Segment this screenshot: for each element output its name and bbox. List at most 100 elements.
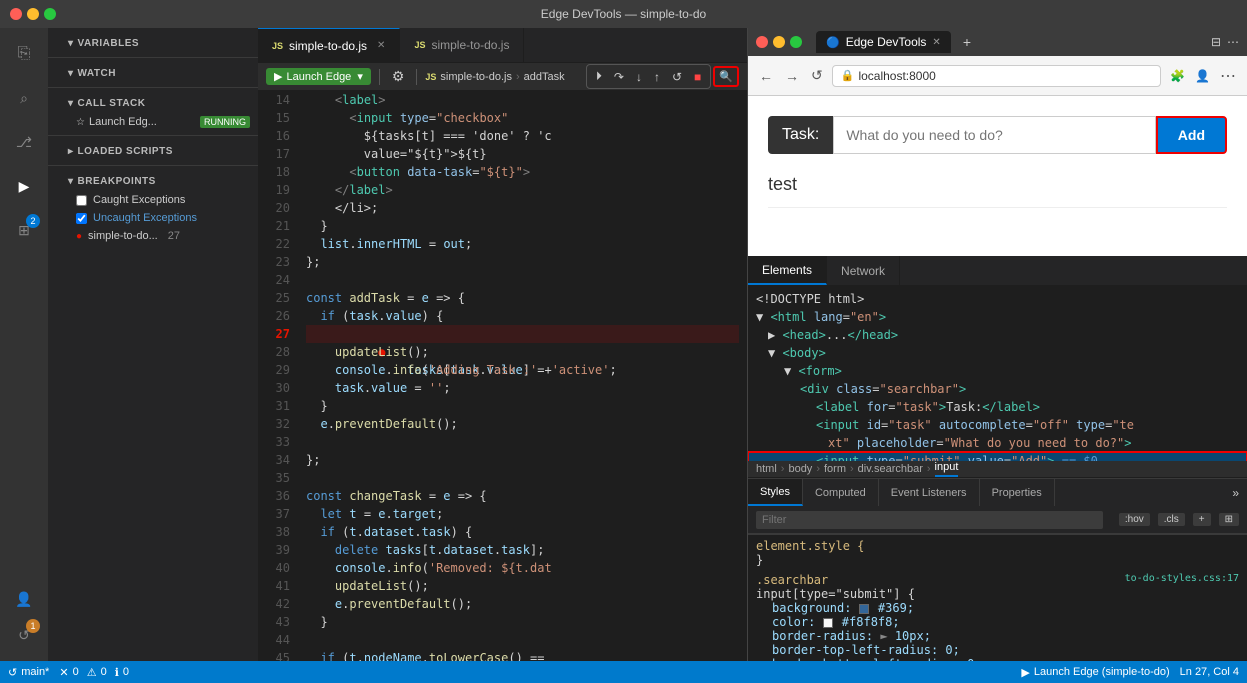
html-line-input-task-cont[interactable]: xt" placeholder="What do you need to do?… [748, 434, 1247, 452]
profile-button[interactable]: 👤 [1192, 63, 1213, 89]
editor-tab-2[interactable]: JS simple-to-do.js [400, 28, 524, 62]
editor-tab-1-close[interactable]: ✕ [377, 40, 385, 51]
css-source-1[interactable]: to-do-styles.css:17 [1125, 573, 1239, 587]
status-right: ▶ Launch Edge (simple-to-do) Ln 27, Col … [1021, 666, 1239, 679]
html-line-head[interactable]: ▶ <head>...</head> [748, 326, 1247, 344]
breakpoint-line-label: 27 [168, 230, 180, 242]
activity-account[interactable]: 👤 [6, 581, 42, 617]
title-bar: Edge DevTools — simple-to-do [0, 0, 1247, 28]
browser-more-button[interactable]: ⋯ [1217, 63, 1239, 89]
reload-button[interactable]: ↺ [808, 64, 826, 87]
call-stack-header[interactable]: ▾ Call Stack [48, 92, 258, 113]
editor-area: JS simple-to-do.js ✕ JS simple-to-do.js … [258, 28, 747, 661]
status-errors[interactable]: ✕ 0 ⚠ 0 ℹ 0 [59, 666, 129, 679]
html-line-form[interactable]: ▼ <form> [748, 362, 1247, 380]
html-line-label[interactable]: <label for="task">Task:</label> [748, 398, 1247, 416]
browser-icons: 🧩 👤 ⋯ [1167, 63, 1239, 89]
launch-dropdown-icon[interactable]: ▾ [357, 70, 363, 83]
remote-status-icon: ↺ [8, 666, 17, 679]
extensions-menu-button[interactable]: 🧩 [1167, 63, 1188, 89]
loaded-scripts-section: ▸ Loaded Scripts [48, 135, 258, 165]
js-icon-1: JS [272, 41, 283, 51]
toolbar-sep-1 [379, 69, 380, 85]
styles-more-button[interactable]: » [1224, 479, 1247, 506]
step-out-button[interactable]: ↑ [649, 68, 665, 86]
traffic-lights [10, 8, 56, 20]
loaded-scripts-header[interactable]: ▸ Loaded Scripts [48, 140, 258, 161]
styles-tab-computed[interactable]: Computed [803, 479, 879, 506]
bc-body[interactable]: body [788, 463, 812, 475]
element-breadcrumbs: html › body › form › div.searchbar › inp… [748, 461, 1247, 478]
html-line-body[interactable]: ▼ <body> [748, 344, 1247, 362]
code-editor[interactable]: 1415161718 1920212223 242526 27 28293031… [258, 91, 747, 661]
breakpoints-header[interactable]: ▾ Breakpoints [48, 170, 258, 191]
back-button[interactable]: ← [756, 65, 776, 87]
elements-tab[interactable]: Elements [748, 256, 827, 285]
dt-maximize[interactable] [790, 36, 802, 48]
call-stack-item[interactable]: ☆ Launch Edg... RUNNING [48, 113, 258, 131]
styles-tab-styles[interactable]: Styles [748, 479, 803, 506]
dt-close[interactable] [756, 36, 768, 48]
cls-button[interactable]: .cls [1158, 513, 1185, 526]
activity-search[interactable]: ⌕ [6, 80, 42, 116]
editor-tab-1[interactable]: JS simple-to-do.js ✕ [258, 28, 400, 62]
devtools-tab-close[interactable]: ✕ [932, 37, 940, 48]
activity-remote[interactable]: ↺ 1 [6, 617, 42, 653]
bc-html[interactable]: html [756, 463, 777, 475]
caught-exceptions-checkbox[interactable] [76, 195, 87, 206]
task-input[interactable] [833, 116, 1155, 154]
code-line-28: updateList(); [306, 343, 739, 361]
launch-edge-button[interactable]: ▶ Launch Edge ▾ [266, 68, 371, 85]
watch-header[interactable]: ▾ Watch [48, 62, 258, 83]
html-line-html[interactable]: ▼ <html lang="en"> [748, 308, 1247, 326]
bc-form[interactable]: form [824, 463, 846, 475]
styles-filter-input[interactable] [756, 511, 1103, 529]
styles-tab-properties[interactable]: Properties [980, 479, 1055, 506]
restart-button[interactable]: ↺ [667, 68, 687, 86]
html-line-input-task[interactable]: <input id="task" autocomplete="off" type… [748, 416, 1247, 434]
url-bar[interactable]: 🔒 localhost:8000 [832, 65, 1161, 87]
uncaught-exceptions-checkbox[interactable] [76, 213, 87, 224]
bc-div[interactable]: div.searchbar [858, 463, 923, 475]
code-line-38: if (t.dataset.task) { [306, 523, 739, 541]
inspect-icon-button[interactable]: 🔍 [713, 66, 739, 87]
forward-button[interactable]: → [782, 65, 802, 87]
close-button[interactable] [10, 8, 22, 20]
html-line-doctype[interactable]: <!DOCTYPE html> [748, 290, 1247, 308]
status-remote[interactable]: ↺ main* [8, 666, 49, 679]
css-prop-border-top-left: border-top-left-radius: 0; [756, 643, 960, 657]
hov-button[interactable]: :hov [1119, 513, 1150, 526]
gear-button[interactable]: ⚙ [388, 66, 409, 87]
sidebar-panel: ▾ Variables ▾ Watch ▾ Call Stack ☆ Launc… [48, 28, 258, 661]
loaded-scripts-label: Loaded Scripts [78, 146, 173, 157]
devtools-more-button[interactable]: ⋯ [1227, 35, 1239, 49]
devtools-dock-button[interactable]: ⊟ [1211, 35, 1221, 49]
status-position[interactable]: Ln 27, Col 4 [1180, 666, 1239, 679]
dt-minimize[interactable] [773, 36, 785, 48]
step-into-button[interactable]: ↓ [631, 68, 647, 86]
new-tab-button[interactable]: + [963, 34, 971, 50]
variables-header[interactable]: ▾ Variables [48, 32, 258, 53]
network-tab[interactable]: Network [827, 256, 900, 285]
styles-tabs: Styles Computed Event Listeners Properti… [748, 478, 1247, 506]
activity-debug[interactable]: ▶ [6, 168, 42, 204]
minimize-button[interactable] [27, 8, 39, 20]
more-tools-button[interactable]: ⊞ [1219, 513, 1239, 526]
step-over-button[interactable]: ↷ [609, 68, 629, 86]
bc-input[interactable]: input [935, 461, 959, 477]
status-launch[interactable]: ▶ Launch Edge (simple-to-do) [1021, 666, 1169, 679]
activity-extensions[interactable]: ⊞ 2 [6, 212, 42, 248]
activity-source-control[interactable]: ⎇ [6, 124, 42, 160]
devtools-tab[interactable]: 🔵 Edge DevTools ✕ [816, 31, 951, 53]
html-line-div-searchbar[interactable]: <div class="searchbar"> [748, 380, 1247, 398]
task-item-test: test [768, 174, 1227, 208]
continue-button[interactable]: ⏵ [591, 67, 607, 86]
activity-explorer[interactable]: ⎘ [6, 36, 42, 72]
add-button[interactable]: Add [1156, 116, 1227, 154]
js-file-icon: JS [425, 72, 436, 82]
html-line-input-submit[interactable]: <input type="submit" value="Add"> == $0 [748, 452, 1247, 461]
stop-button[interactable]: ■ [689, 68, 706, 86]
add-rule-button[interactable]: + [1193, 513, 1211, 526]
maximize-button[interactable] [44, 8, 56, 20]
styles-tab-event-listeners[interactable]: Event Listeners [879, 479, 980, 506]
